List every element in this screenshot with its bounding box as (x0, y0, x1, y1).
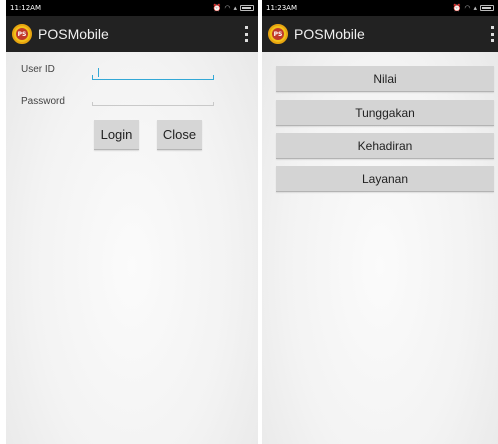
login-screen: 11:12AM ⏰ ◠ ▴ PS POSMobile User ID Passw… (6, 0, 258, 444)
alarm-icon: ⏰ (212, 4, 222, 12)
status-time: 11:23AM (266, 4, 298, 12)
close-button[interactable]: Close (157, 120, 202, 150)
overflow-menu-icon[interactable] (244, 26, 248, 42)
alarm-icon: ⏰ (452, 4, 462, 12)
action-bar: PS POSMobile (6, 16, 258, 52)
app-title: POSMobile (294, 26, 365, 42)
status-bar: 11:23AM ⏰ ◠ ▴ (262, 0, 498, 16)
app-logo-icon: PS (268, 24, 288, 44)
menu-button-layanan[interactable]: Layanan (276, 166, 494, 192)
login-button[interactable]: Login (94, 120, 139, 150)
user-id-field[interactable] (92, 66, 214, 80)
menu-button-tunggakan[interactable]: Tunggakan (276, 100, 494, 126)
password-label: Password (21, 96, 65, 107)
menu-button-kehadiran[interactable]: Kehadiran (276, 133, 494, 159)
app-title: POSMobile (38, 26, 109, 42)
app-logo-icon: PS (12, 24, 32, 44)
status-time: 11:12AM (10, 4, 42, 12)
overflow-menu-icon[interactable] (490, 26, 494, 42)
wifi-icon: ◠ (224, 4, 231, 12)
text-cursor (98, 68, 99, 77)
user-id-label: User ID (21, 64, 55, 75)
battery-icon (480, 5, 494, 11)
battery-icon (240, 5, 254, 11)
signal-icon: ▴ (473, 4, 477, 12)
password-field[interactable] (92, 92, 214, 106)
status-bar: 11:12AM ⏰ ◠ ▴ (6, 0, 258, 16)
menu-screen: 11:23AM ⏰ ◠ ▴ PS POSMobile Nilai Tunggak… (262, 0, 498, 444)
signal-icon: ▴ (233, 4, 237, 12)
wifi-icon: ◠ (464, 4, 471, 12)
action-bar: PS POSMobile (262, 16, 498, 52)
status-icons: ⏰ ◠ ▴ (453, 4, 494, 12)
status-icons: ⏰ ◠ ▴ (213, 4, 254, 12)
menu-button-nilai[interactable]: Nilai (276, 66, 494, 92)
